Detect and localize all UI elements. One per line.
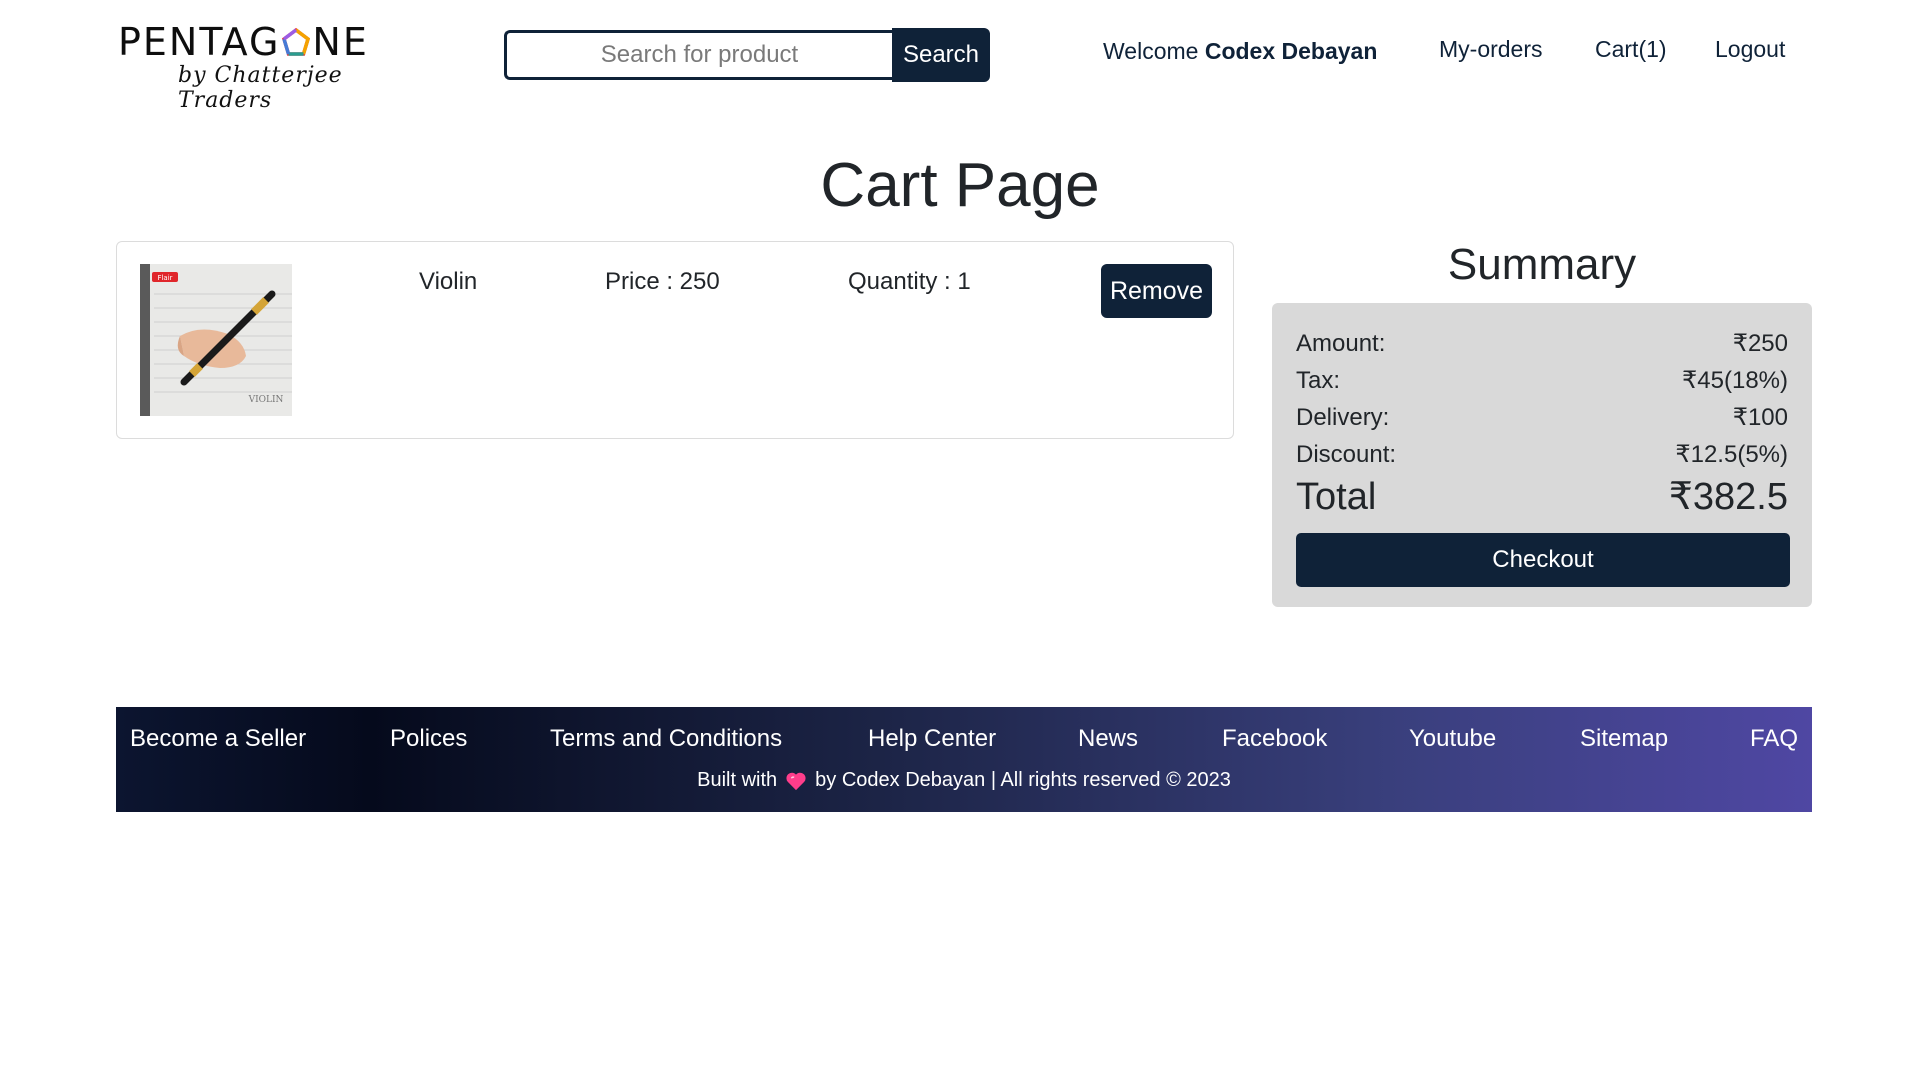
footer-link-news[interactable]: News bbox=[1078, 725, 1138, 753]
welcome-message: Welcome Codex Debayan bbox=[1103, 36, 1377, 66]
nav-cart-link[interactable]: Cart(1) bbox=[1595, 36, 1667, 63]
site-header: PENTAG NE by Chatterjee Traders Search W… bbox=[0, 0, 1920, 113]
footer-link-terms[interactable]: Terms and Conditions bbox=[550, 725, 782, 753]
logo-word-part1: PENTAG bbox=[118, 20, 281, 64]
product-price: Price : 250 bbox=[605, 268, 720, 295]
user-name: Codex Debayan bbox=[1204, 37, 1378, 64]
product-quantity: Quantity : 1 bbox=[848, 268, 971, 295]
checkout-button[interactable]: Checkout bbox=[1296, 533, 1790, 587]
logo-wordmark: PENTAG NE bbox=[118, 22, 369, 62]
summary-label: Discount: bbox=[1296, 441, 1397, 468]
summary-row-tax: Tax: ₹45(18%) bbox=[1296, 362, 1788, 399]
product-image-label: VIOLIN bbox=[248, 395, 284, 405]
total-label: Total bbox=[1296, 476, 1377, 518]
copyright-prefix: Built with bbox=[697, 769, 778, 791]
summary-row-amount: Amount: ₹250 bbox=[1296, 325, 1788, 362]
footer-link-sitemap[interactable]: Sitemap bbox=[1580, 725, 1668, 753]
footer-copyright: Built with by Codex Debayan | All rights… bbox=[116, 769, 1812, 792]
summary-label: Tax: bbox=[1296, 367, 1341, 394]
search-form: Search bbox=[504, 28, 990, 84]
product-name: Violin bbox=[419, 268, 478, 295]
heart-icon bbox=[786, 772, 806, 790]
footer-link-youtube[interactable]: Youtube bbox=[1409, 725, 1496, 753]
summary-value: ₹45(18%) bbox=[1682, 367, 1788, 394]
remove-button[interactable]: Remove bbox=[1101, 264, 1212, 318]
product-image-brand-text: Flair bbox=[157, 274, 172, 282]
nav-my-orders-link[interactable]: My-orders bbox=[1439, 36, 1543, 63]
summary-box: Amount: ₹250 Tax: ₹45(18%) Delivery: ₹10… bbox=[1272, 303, 1812, 607]
footer-link-faq[interactable]: FAQ bbox=[1750, 725, 1798, 753]
nav-logout-link[interactable]: Logout bbox=[1715, 36, 1785, 63]
footer-link-policies[interactable]: Polices bbox=[390, 725, 467, 753]
summary-row-total: Total ₹382.5 bbox=[1296, 475, 1788, 523]
total-value: ₹382.5 bbox=[1668, 476, 1788, 518]
search-button[interactable]: Search bbox=[892, 28, 990, 82]
welcome-prefix: Welcome bbox=[1103, 37, 1199, 64]
footer-link-become-seller[interactable]: Become a Seller bbox=[130, 725, 306, 753]
summary-value: ₹250 bbox=[1732, 330, 1788, 357]
footer-link-help-center[interactable]: Help Center bbox=[868, 725, 996, 753]
summary-value: ₹100 bbox=[1732, 404, 1788, 431]
footer-link-facebook[interactable]: Facebook bbox=[1222, 725, 1327, 753]
summary-row-discount: Discount: ₹12.5(5%) bbox=[1296, 436, 1788, 473]
brand-logo[interactable]: PENTAG NE by Chatterjee Traders bbox=[118, 22, 418, 113]
summary-label: Delivery: bbox=[1296, 404, 1390, 431]
footer-links: Become a Seller Polices Terms and Condit… bbox=[116, 725, 1812, 757]
summary-label: Amount: bbox=[1296, 330, 1386, 357]
search-input[interactable] bbox=[504, 30, 892, 80]
logo-word-part2: NE bbox=[312, 20, 369, 64]
product-image[interactable]: Flair VIOLIN bbox=[140, 264, 292, 416]
summary-value: ₹12.5(5%) bbox=[1675, 441, 1788, 468]
copyright-suffix: by Codex Debayan | All rights reserved ©… bbox=[815, 769, 1231, 791]
site-footer: Become a Seller Polices Terms and Condit… bbox=[116, 707, 1812, 812]
page-title: Cart Page bbox=[820, 151, 1100, 220]
pentagon-icon bbox=[282, 27, 311, 56]
cart-item-card: Flair VIOLIN Violin Price : 250 Quantity… bbox=[116, 241, 1234, 439]
logo-tagline: by Chatterjee Traders bbox=[178, 63, 343, 113]
summary-title: Summary bbox=[1447, 240, 1637, 289]
summary-row-delivery: Delivery: ₹100 bbox=[1296, 399, 1788, 436]
